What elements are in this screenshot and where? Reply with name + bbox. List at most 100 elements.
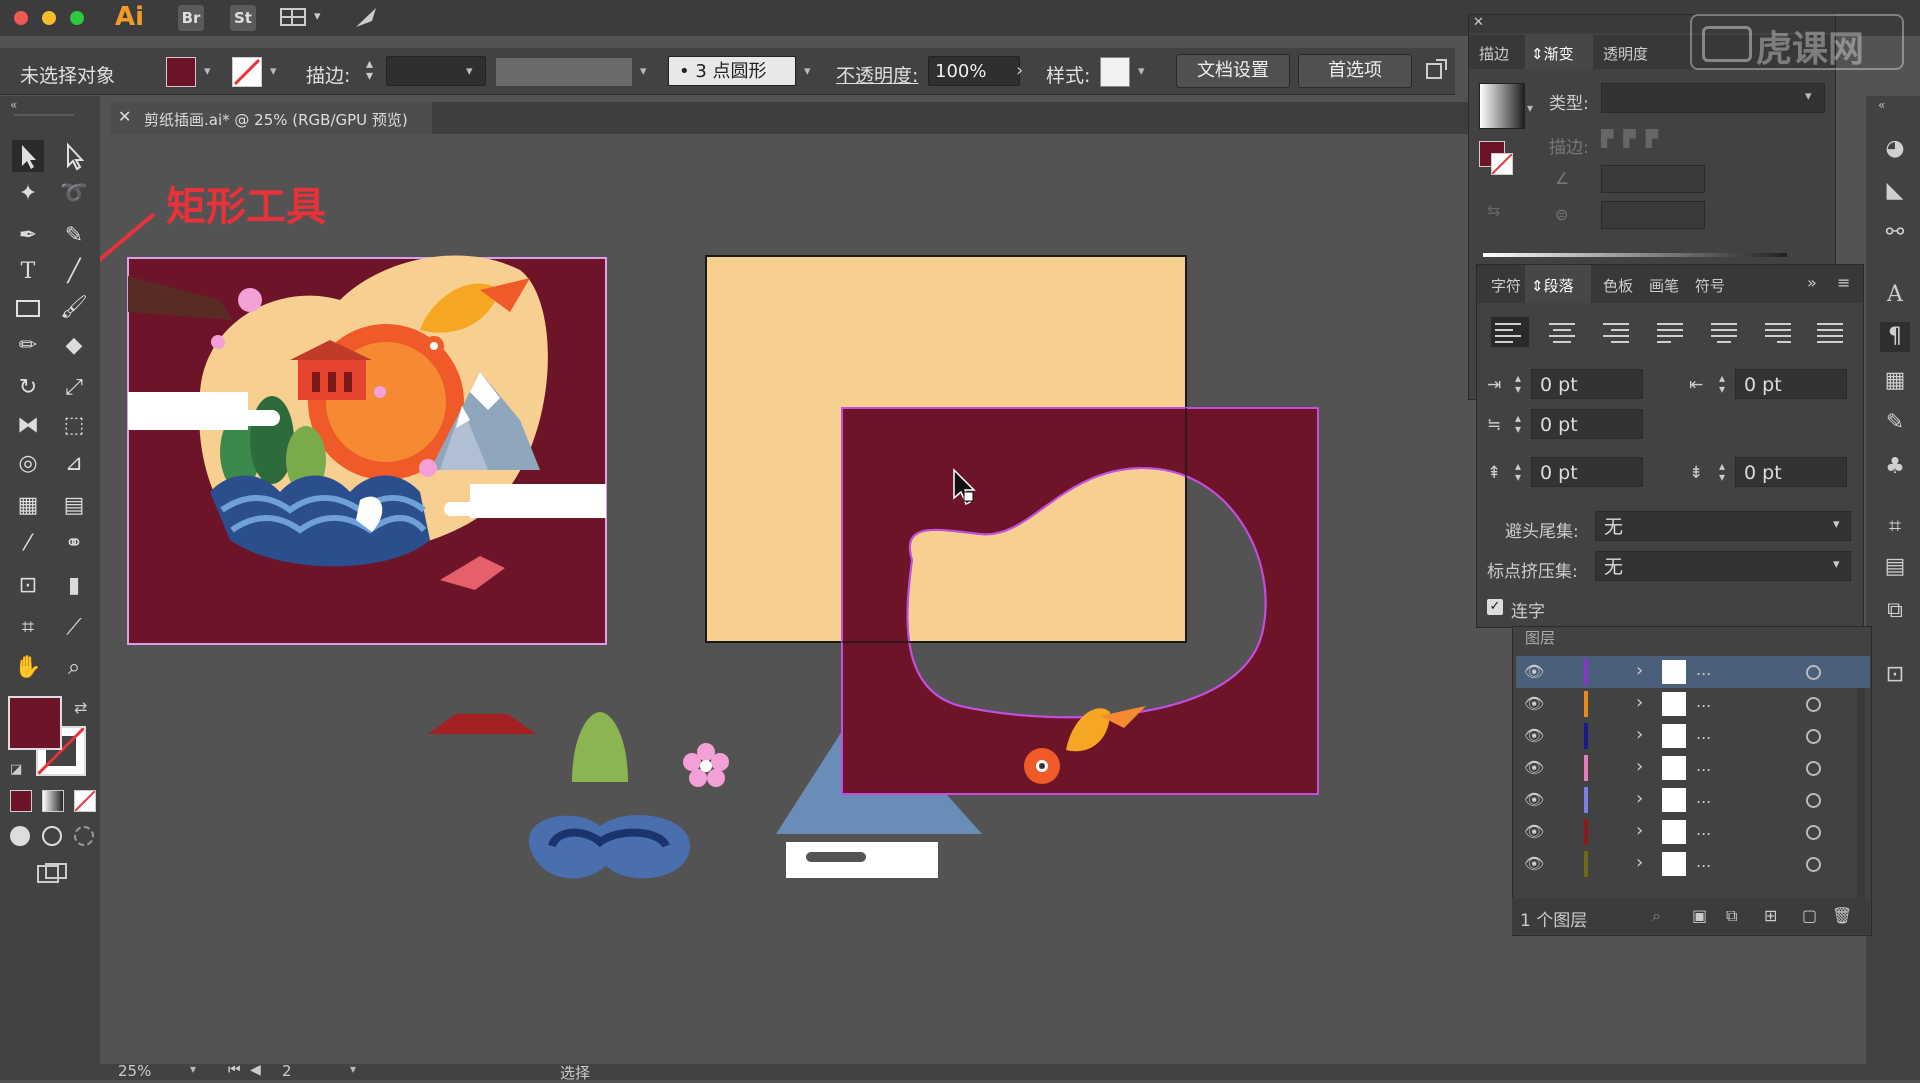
workspace-layout-icon[interactable] — [280, 7, 306, 27]
space-after-stepper[interactable]: ▴ ▾ — [1719, 460, 1725, 483]
column-graph-tool-icon[interactable]: ▮ — [58, 570, 90, 602]
more-tabs-icon[interactable]: » — [1807, 273, 1817, 292]
blend-tool-icon[interactable]: ⚭ — [58, 528, 90, 560]
chevron-down-icon[interactable]: ▾ — [270, 64, 277, 79]
space-after-input[interactable]: 0 pt — [1735, 457, 1847, 487]
right-indent-stepper[interactable]: ▴ ▾ — [1719, 372, 1725, 395]
layer-row[interactable]: 👁 ›... — [1516, 688, 1870, 720]
first-line-indent-stepper[interactable]: ▴ ▾ — [1515, 412, 1521, 435]
graphic-styles-icon[interactable]: ◣ — [1880, 176, 1910, 206]
space-before-stepper[interactable]: ▴ ▾ — [1515, 460, 1521, 483]
layer-row[interactable]: 👁 ›... — [1516, 752, 1870, 784]
gradient-mode-icon[interactable] — [42, 790, 64, 812]
collapse-toolbar-icon[interactable]: « — [10, 98, 17, 112]
align-icon[interactable]: ▤ — [1880, 552, 1910, 582]
tab-symbols[interactable]: 符号 — [1695, 275, 1725, 296]
kinsoku-select[interactable]: 无 — [1595, 511, 1851, 541]
expand-arrow-icon[interactable]: › — [1636, 660, 1643, 681]
tab-paragraph[interactable]: ⇕段落 — [1531, 275, 1574, 296]
chevron-down-icon[interactable]: ▾ — [1833, 517, 1840, 532]
none-mode-icon[interactable] — [74, 790, 96, 812]
layer-row[interactable]: 👁 ›... — [1516, 720, 1870, 752]
new-sublayer-icon[interactable]: ⊞ — [1764, 906, 1777, 925]
draw-inside-icon[interactable] — [74, 826, 94, 846]
space-before-input[interactable]: 0 pt — [1531, 457, 1643, 487]
eraser-tool-icon[interactable]: ◆ — [58, 330, 90, 362]
layer-row[interactable]: 👁 ›... — [1516, 848, 1870, 880]
justify-center-icon[interactable] — [1711, 319, 1741, 345]
justify-right-icon[interactable] — [1765, 319, 1795, 345]
target-circle-icon[interactable] — [1806, 729, 1821, 744]
shape-builder-tool-icon[interactable]: ◎ — [12, 448, 44, 480]
chevron-down-icon[interactable]: ▾ — [640, 64, 647, 79]
shaper-tool-icon[interactable]: ✏ — [12, 330, 44, 362]
color-mode-icon[interactable] — [10, 790, 32, 812]
paragraph-icon[interactable]: ¶ — [1880, 322, 1910, 352]
chevron-down-icon[interactable]: ▾ — [1805, 89, 1812, 104]
eyedropper-tool-icon[interactable]: ⁄ — [12, 528, 44, 560]
magic-wand-tool-icon[interactable]: ✦ — [12, 178, 44, 210]
perspective-grid-tool-icon[interactable]: ⊿ — [58, 448, 90, 480]
visibility-eye-icon[interactable]: 👁 — [1524, 758, 1546, 778]
chevron-down-icon[interactable]: ▾ — [1138, 64, 1145, 79]
brush-definition-select[interactable]: • 3 点圆形 — [668, 56, 796, 86]
symbol-sprayer-tool-icon[interactable]: ⊡ — [12, 570, 44, 602]
paintbrush-tool-icon[interactable]: 🖌 — [58, 292, 90, 324]
close-panel-icon[interactable]: ✕ — [1473, 15, 1484, 30]
appearance-icon[interactable]: ◕ — [1880, 134, 1910, 164]
tab-transparency[interactable]: 透明度 — [1603, 43, 1648, 64]
visibility-eye-icon[interactable]: 👁 — [1524, 854, 1546, 874]
align-center-icon[interactable] — [1549, 319, 1579, 345]
tab-brushes[interactable]: 画笔 — [1649, 275, 1679, 296]
rotate-tool-icon[interactable]: ↻ — [12, 372, 44, 404]
links-icon[interactable]: ⚯ — [1880, 218, 1910, 248]
illustration-artboard[interactable] — [127, 255, 607, 645]
visibility-eye-icon[interactable]: 👁 — [1524, 694, 1546, 714]
align-right-icon[interactable] — [1603, 319, 1633, 345]
align-left-icon[interactable] — [1491, 317, 1529, 347]
chevron-down-icon[interactable]: ▾ — [804, 64, 811, 79]
pen-tool-icon[interactable]: ✒ — [12, 220, 44, 252]
angle-input[interactable] — [1601, 165, 1705, 193]
direct-selection-tool-icon[interactable] — [58, 140, 90, 172]
clipping-mask-icon[interactable]: ⧉ — [1726, 906, 1737, 926]
layer-name[interactable]: ... — [1696, 820, 1711, 839]
draw-normal-icon[interactable] — [10, 826, 30, 846]
artboards-icon[interactable]: ⊡ — [1880, 660, 1910, 690]
transform-icon[interactable]: ⌗ — [1880, 512, 1910, 542]
canvas[interactable] — [100, 134, 1480, 1074]
zoom-dropdown-icon[interactable]: ▾ — [190, 1062, 196, 1076]
visibility-eye-icon[interactable]: 👁 — [1524, 662, 1546, 682]
mesh-tool-icon[interactable]: ▦ — [12, 490, 44, 522]
toolbar-grip[interactable] — [14, 114, 74, 116]
expand-arrow-icon[interactable]: › — [1636, 788, 1643, 809]
visibility-eye-icon[interactable]: 👁 — [1524, 822, 1546, 842]
screen-mode-icon[interactable] — [36, 862, 68, 886]
reverse-gradient-icon[interactable]: ⇆ — [1487, 201, 1500, 220]
default-fill-stroke-icon[interactable]: ◪ — [10, 762, 22, 777]
stroke-gradient-mode-icons[interactable]: ▛▛▛ — [1601, 129, 1691, 153]
first-line-indent-input[interactable]: 0 pt — [1531, 409, 1643, 439]
fill-indicator[interactable] — [8, 696, 62, 750]
visibility-eye-icon[interactable]: 👁 — [1524, 790, 1546, 810]
layer-name[interactable]: ... — [1696, 660, 1711, 679]
target-circle-icon[interactable] — [1806, 793, 1821, 808]
zoom-level[interactable]: 25% — [118, 1062, 151, 1080]
fill-color-swatch[interactable] — [166, 57, 196, 87]
curvature-tool-icon[interactable]: ✎ — [58, 220, 90, 252]
layer-name[interactable]: ... — [1696, 788, 1711, 807]
chevron-down-icon[interactable]: ▾ — [314, 9, 321, 24]
slice-tool-icon[interactable]: ⟋ — [58, 612, 90, 644]
chevron-down-icon[interactable]: ▾ — [1527, 101, 1533, 115]
line-segment-tool-icon[interactable]: ╱ — [58, 256, 90, 288]
preferences-button[interactable]: 首选项 — [1298, 54, 1412, 88]
layer-row[interactable]: 👁 ›... — [1516, 656, 1870, 688]
artboard-dropdown-icon[interactable]: ▾ — [350, 1062, 356, 1076]
expand-arrow-icon[interactable]: › — [1636, 692, 1643, 713]
chevron-right-icon[interactable]: › — [1016, 60, 1023, 81]
visibility-eye-icon[interactable]: 👁 — [1524, 726, 1546, 746]
expand-arrow-icon[interactable]: › — [1636, 820, 1643, 841]
symbols-icon[interactable]: ♣ — [1880, 452, 1910, 482]
gradient-preview[interactable] — [1479, 83, 1525, 129]
hyphenate-checkbox[interactable]: ✓ — [1487, 599, 1503, 615]
